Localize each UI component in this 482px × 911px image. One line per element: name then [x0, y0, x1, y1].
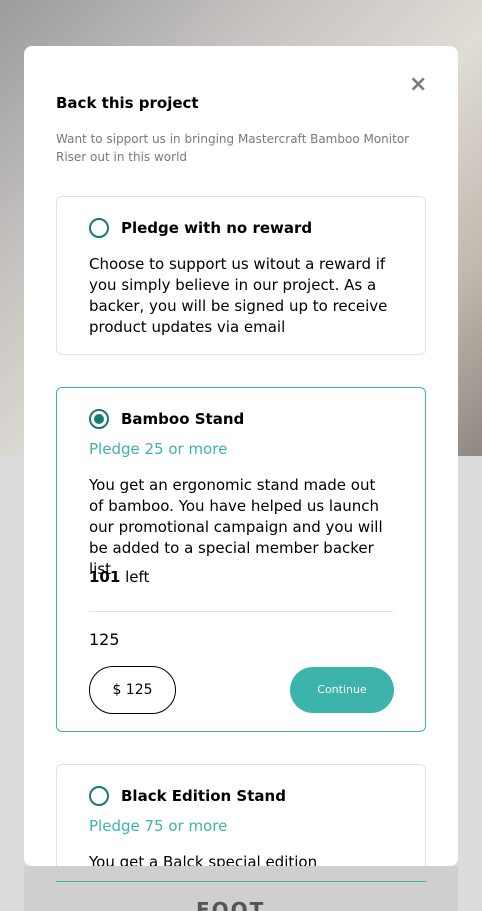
pledge-radio-black-edition[interactable]: [89, 786, 109, 806]
pledge-description: You get an ergonomic stand made out of b…: [89, 476, 383, 578]
card-divider: [89, 611, 393, 612]
pledge-description: Choose to support us witout a reward if …: [89, 255, 388, 336]
pledge-radio-no-reward[interactable]: [89, 218, 109, 238]
pledge-left-count: 101 left: [89, 568, 149, 586]
back-project-modal: × Back this project Want to sipport us i…: [24, 46, 458, 866]
pledge-card-no-reward[interactable]: Pledge with no reward Choose to support …: [56, 196, 426, 355]
pledge-title: Bamboo Stand: [121, 410, 245, 428]
background-logo-text: FOOT: [196, 898, 266, 911]
background-divider: [56, 881, 426, 882]
pledge-description: You get a Balck special edition computer: [89, 853, 318, 866]
pledge-card-bamboo-stand[interactable]: Bamboo Stand Pledge 25 or more You get a…: [56, 387, 426, 732]
pledge-minimum: Pledge 25 or more: [89, 440, 228, 458]
close-icon[interactable]: ×: [409, 74, 427, 96]
pledge-card-black-edition[interactable]: Black Edition Stand Pledge 75 or more Yo…: [56, 764, 426, 866]
left-count-number: 101: [89, 568, 121, 586]
pledge-title: Pledge with no reward: [121, 219, 313, 237]
pledge-title: Black Edition Stand: [121, 787, 286, 805]
pledge-amount-input[interactable]: $ 125: [89, 666, 176, 714]
apple-logo-icon: [192, 6, 226, 46]
left-count-label: left: [125, 568, 150, 586]
modal-description: Want to sipport us in bringing Mastercra…: [56, 132, 410, 164]
modal-title: Back this project: [56, 94, 199, 112]
pledge-radio-bamboo-stand[interactable]: [89, 409, 109, 429]
pledge-minimum: Pledge 75 or more: [89, 817, 228, 835]
continue-button[interactable]: Continue: [290, 667, 394, 713]
pledge-amount-text: 125: [89, 630, 120, 649]
